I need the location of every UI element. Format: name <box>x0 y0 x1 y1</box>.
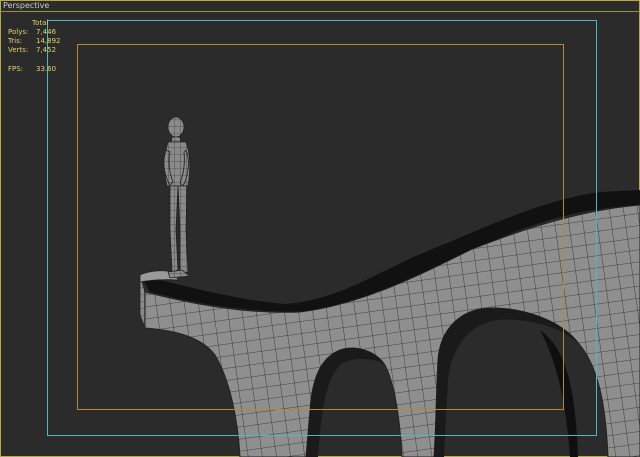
stats-row-verts: Verts: 7,452 <box>8 46 61 55</box>
stats-row-tris: Tris: 14,892 <box>8 37 61 46</box>
stats-row-fps: FPS: 33.60 <box>8 65 61 74</box>
stats-value: 7,452 <box>36 46 57 54</box>
stats-key: FPS: <box>8 65 24 73</box>
stats-key: Verts: <box>8 46 29 54</box>
viewport-label[interactable]: Perspective <box>3 1 49 10</box>
human-figure-mesh[interactable] <box>163 116 192 279</box>
stats-value: 7,446 <box>36 28 57 36</box>
stats-value: 14,892 <box>36 37 61 45</box>
stats-header: Total <box>32 19 49 27</box>
stats-key: Tris: <box>8 37 23 45</box>
stats-row-polys: Polys: 7,446 <box>8 28 61 37</box>
perspective-viewport[interactable]: Perspective Total Polys: 7,446 Tris: 14,… <box>0 0 640 457</box>
scene-canvas[interactable] <box>0 0 640 457</box>
bridge-mesh[interactable] <box>139 190 640 457</box>
stats-value: 33.60 <box>36 65 57 73</box>
stats-overlay: Total Polys: 7,446 Tris: 14,892 Verts: 7… <box>8 19 61 74</box>
stats-key: Polys: <box>8 28 29 36</box>
